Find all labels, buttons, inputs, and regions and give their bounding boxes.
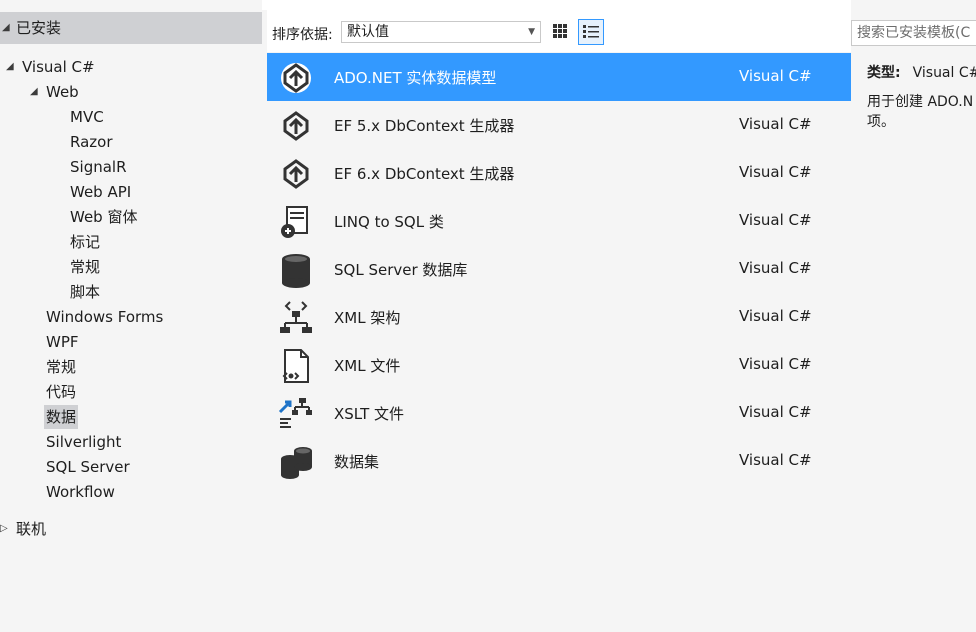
template-row-dataset[interactable]: 数据集 Visual C# [267,437,851,485]
expanded-arrow-icon[interactable]: ◢ [6,55,16,79]
template-name: ADO.NET 实体数据模型 [334,69,497,87]
entity-model-icon [281,63,311,93]
grid-view-icon [553,24,567,38]
template-language: Visual C# [739,259,812,277]
list-view-button[interactable] [578,19,604,45]
installed-section-header[interactable]: ◢ 已安装 [0,12,262,44]
template-name: EF 5.x DbContext 生成器 [334,117,515,135]
xslt-file-icon [278,398,312,428]
tree-item-label: Web [46,83,79,101]
tree-item-label-selected: 数据 [44,405,79,429]
template-tree-panel: ◢ 已安装 ◢ Visual C# ◢ Web MVC Razor Signal… [0,0,262,632]
tree-item-label: Web API [70,183,132,201]
template-language: Visual C# [739,451,812,469]
tree-item-label: WPF [46,333,79,351]
template-name: 数据集 [334,453,380,471]
template-language: Visual C# [739,307,812,325]
template-row-xml-file[interactable]: XML 文件 Visual C# [267,341,851,389]
template-type-line: 类型: Visual C# [867,62,976,82]
template-row-xslt-file[interactable]: XSLT 文件 Visual C# [267,389,851,437]
collapsed-arrow-icon[interactable]: ▷ [0,517,10,541]
entity-model-icon [283,111,309,141]
template-name: LINQ to SQL 类 [334,213,444,231]
tree-item-label: 联机 [16,520,47,538]
tree-item-label: Windows Forms [46,308,164,326]
template-row-ef6[interactable]: EF 6.x DbContext 生成器 Visual C# [267,149,851,197]
entity-model-icon [283,159,309,189]
tree-item-label: SignalR [70,158,127,176]
dataset-icon [281,447,312,479]
template-language: Visual C# [739,67,812,85]
sort-value: 默认值 [347,24,389,40]
template-language: Visual C# [739,115,812,133]
installed-label: 已安装 [16,19,62,37]
chevron-down-icon: ▼ [528,27,535,37]
sort-dropdown[interactable]: 默认值 ▼ [341,21,541,43]
template-language: Visual C# [739,211,812,229]
list-view-icon [583,25,599,38]
tree-item-label: 常规 [70,258,101,276]
template-row-ef5[interactable]: EF 5.x DbContext 生成器 Visual C# [267,101,851,149]
template-name: EF 6.x DbContext 生成器 [334,165,515,183]
template-row-linq-to-sql[interactable]: LINQ to SQL 类 Visual C# [267,197,851,245]
template-name: SQL Server 数据库 [334,261,468,279]
tree-item-label: 标记 [70,233,101,251]
tree-item-label: Visual C# [22,58,95,76]
linq-to-sql-icon [281,206,308,238]
xml-file-icon [282,349,309,383]
database-icon [282,254,310,288]
tree-item-label: 常规 [46,358,77,376]
type-label: 类型: [867,65,901,81]
template-name: XSLT 文件 [334,405,405,423]
tree-item-label: Razor [70,133,113,151]
tree-item-label: Workflow [46,483,115,501]
template-row-sql-server-db[interactable]: SQL Server 数据库 Visual C# [267,245,851,293]
template-language: Visual C# [739,163,812,181]
sort-toolbar: 排序依据: 默认值 ▼ [267,10,851,52]
template-language: Visual C# [739,355,812,373]
expanded-arrow-icon[interactable]: ◢ [30,80,40,104]
small-icons-view-button[interactable] [547,19,573,45]
template-details-panel: 搜索已安装模板(C 类型: Visual C# 用于创建 ADO.N 项。 [851,0,976,632]
tree-item-label: 代码 [46,383,77,401]
type-value: Visual C# [912,65,976,81]
expanded-arrow-icon[interactable]: ◢ [2,16,12,40]
template-row-ado-net[interactable]: ADO.NET 实体数据模型 Visual C# [267,53,851,101]
tree-item-label: Silverlight [46,433,122,451]
template-name: XML 架构 [334,309,401,327]
template-name: XML 文件 [334,357,401,375]
template-description: 用于创建 ADO.N 项。 [867,94,974,130]
tree-item-label: Web 窗体 [70,208,138,226]
tree-item-label: MVC [70,108,104,126]
template-language: Visual C# [739,403,812,421]
search-installed-templates-input[interactable]: 搜索已安装模板(C [851,20,976,46]
sort-label: 排序依据: [272,27,333,43]
tree-item-label: SQL Server [46,458,130,476]
template-list-panel: 排序依据: 默认值 ▼ ADO.NET 实体数据模型 Visual C# EF … [267,0,851,632]
tree-item-label: 脚本 [70,283,101,301]
template-row-xml-schema[interactable]: XML 架构 Visual C# [267,293,851,341]
xml-schema-icon [280,301,312,333]
